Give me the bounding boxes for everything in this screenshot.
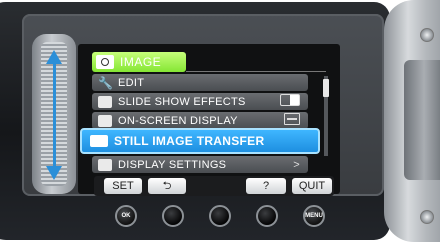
menu-item-label: SLIDE SHOW EFFECTS <box>118 95 246 108</box>
arrow-up-icon <box>46 50 62 64</box>
menu-item-slide-show-effects[interactable]: SLIDE SHOW EFFECTS <box>92 93 308 110</box>
slider-arrow-line <box>53 62 56 166</box>
menu-item-label: STILL IMAGE TRANSFER <box>114 134 265 148</box>
scrollbar-thumb[interactable] <box>323 79 329 97</box>
osd-icon <box>98 114 112 127</box>
back-button[interactable]: ⮌ <box>148 178 186 194</box>
physical-button-2[interactable] <box>162 205 184 227</box>
screw-icon <box>420 210 434 224</box>
arrow-down-icon <box>46 166 62 180</box>
menu-button[interactable]: MENU <box>303 205 325 227</box>
help-button[interactable]: ? <box>246 178 286 194</box>
menu-item-label: ON-SCREEN DISPLAY <box>118 114 238 127</box>
physical-button-4[interactable] <box>256 205 278 227</box>
transfer-icon <box>90 135 108 147</box>
menu-item-edit[interactable]: 🔧 EDIT <box>92 74 308 91</box>
header-divider <box>186 71 326 72</box>
menu-item-display-settings[interactable]: DISPLAY SETTINGS > <box>92 156 308 173</box>
menu-item-label: DISPLAY SETTINGS <box>118 158 227 171</box>
menu-item-label: EDIT <box>118 76 145 89</box>
physical-button-3[interactable] <box>209 205 231 227</box>
menu-item-on-screen-display[interactable]: ON-SCREEN DISPLAY <box>92 112 308 129</box>
menu-header-label: IMAGE <box>120 55 162 69</box>
wrench-icon: 🔧 <box>98 75 114 90</box>
slideshow-icon <box>98 95 112 108</box>
chevron-right-icon: > <box>293 158 300 171</box>
set-button[interactable]: SET <box>104 178 142 194</box>
hinge-slot <box>404 60 440 180</box>
quit-button[interactable]: QUIT <box>292 178 332 194</box>
camera-icon <box>96 55 114 69</box>
ok-button[interactable]: OK <box>115 205 137 227</box>
display-settings-icon <box>98 158 112 171</box>
menu-item-still-image-transfer[interactable]: STILL IMAGE TRANSFER <box>80 128 320 154</box>
osd-setting-icon <box>284 113 300 128</box>
menu-header-tab: IMAGE <box>92 52 186 72</box>
toggle-icon <box>280 94 300 109</box>
screw-icon <box>420 28 434 42</box>
